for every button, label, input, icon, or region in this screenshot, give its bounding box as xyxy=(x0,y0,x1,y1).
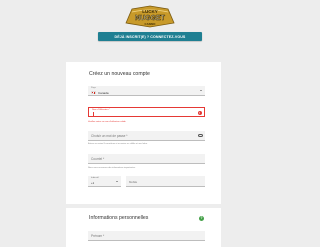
lucky-nugget-logo[interactable]: LUCKY NUGGET CASINO xyxy=(118,3,182,29)
password-help: Entrez au moins 8 caractères et au moins… xyxy=(88,143,148,145)
password-placeholder: Choisir un mot de passe * xyxy=(91,134,128,138)
email-help: Nous vous enverrons des informations imp… xyxy=(88,167,136,169)
login-button[interactable]: DÉJÀ INSCRIT(E) ? CONNECTEZ-VOUS xyxy=(98,32,202,41)
phone-code-label: Indicatif xyxy=(91,176,99,179)
show-password-icon[interactable] xyxy=(198,134,203,138)
password-field[interactable]: Choisir un mot de passe * xyxy=(88,131,205,141)
logo-line3: CASINO xyxy=(145,22,157,26)
mobile-placeholder: Mobile xyxy=(129,180,138,184)
canada-flag-icon xyxy=(91,90,96,94)
personal-info-title: Informations personnelles xyxy=(89,215,149,221)
email-placeholder: Courriel * xyxy=(91,157,105,161)
phone-code-value: +1 xyxy=(91,181,95,185)
text-cursor xyxy=(92,112,94,116)
chevron-down-icon xyxy=(200,90,202,91)
country-select[interactable]: Pays Canada xyxy=(88,86,205,96)
error-icon: ! xyxy=(197,110,202,115)
mobile-field[interactable]: Mobile xyxy=(126,176,205,187)
form-title: Créez un nouveau compte xyxy=(89,71,150,77)
chevron-down-icon xyxy=(116,181,118,182)
phone-code-select[interactable]: Indicatif +1 xyxy=(88,176,121,187)
username-label: Nom d'Utilisateur * xyxy=(92,109,111,111)
username-field[interactable]: Nom d'Utilisateur * ! xyxy=(88,107,205,117)
email-field[interactable]: Courriel * xyxy=(88,154,205,164)
first-name-field[interactable]: Prénom * xyxy=(88,231,205,241)
country-label: Pays xyxy=(91,87,96,89)
info-icon[interactable]: ? xyxy=(199,216,204,221)
logo-line1: LUCKY xyxy=(142,9,158,14)
logo-line2: NUGGET xyxy=(135,15,166,22)
username-error: Veuillez entrer un nom d'utilisateur val… xyxy=(88,121,126,123)
first-name-placeholder: Prénom * xyxy=(91,234,105,238)
country-value: Canada xyxy=(98,90,109,95)
personal-info-card xyxy=(66,208,221,247)
